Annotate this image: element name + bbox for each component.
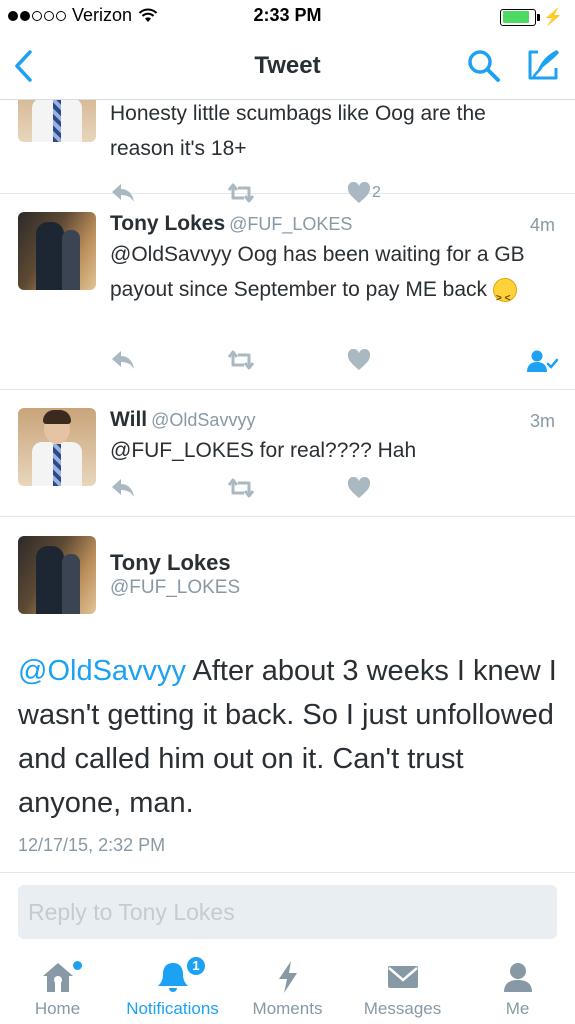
tab-home[interactable]: Home — [0, 952, 115, 1024]
author-handle: @OldSavvyy — [151, 410, 256, 430]
tweet-actions — [110, 477, 560, 501]
mention-link[interactable]: @OldSavvyy — [18, 655, 186, 687]
reply-placeholder: Reply to Tony Lokes — [28, 899, 235, 925]
tab-moments[interactable]: Moments — [230, 952, 345, 1024]
tweet-text-body: @OldSavvyy Oog has been waiting for a GB… — [110, 243, 525, 301]
compose-icon — [528, 50, 559, 80]
tweet-text: @FUF_LOKES for real???? Hah — [110, 439, 417, 462]
tweet-author: Tony Lokes @FUF_LOKES — [110, 212, 352, 236]
tweet-text: @OldSavvyy Oog has been waiting for a GB… — [110, 237, 550, 316]
envelope-icon — [387, 966, 418, 988]
clock: 2:33 PM — [253, 5, 322, 25]
search-button[interactable] — [466, 48, 502, 89]
retweet-icon[interactable] — [226, 349, 256, 371]
navigation-bar: Tweet — [0, 32, 575, 100]
tab-label: Moments — [252, 999, 323, 1018]
author-handle: @FUF_LOKES — [229, 214, 353, 234]
laughing-emoji-icon — [493, 278, 518, 316]
reply-input[interactable]: Reply to Tony Lokes — [18, 885, 557, 939]
charging-icon: ⚡ — [543, 9, 563, 26]
author-name: Will — [110, 408, 148, 431]
tab-messages[interactable]: Messages — [345, 952, 460, 1024]
like-icon[interactable] — [347, 477, 371, 499]
avatar[interactable] — [18, 212, 96, 290]
status-bar: Verizon 2:33 PM ⚡ — [0, 0, 575, 32]
retweet-icon[interactable] — [226, 477, 256, 499]
tweet-actions — [110, 349, 560, 373]
tweet-row[interactable]: Tony Lokes @FUF_LOKES 4m @OldSavvyy Oog h… — [0, 194, 575, 390]
avatar[interactable] — [18, 408, 96, 486]
tab-label: Messages — [363, 999, 442, 1018]
follow-user-icon[interactable] — [526, 349, 558, 373]
detail-tweet: Tony Lokes @FUF_LOKES @OldSavvyy After a… — [0, 517, 575, 872]
tab-me[interactable]: Me — [460, 952, 575, 1024]
conversation-feed[interactable]: Honesty little scumbags like Oog are the… — [0, 100, 575, 872]
avatar[interactable] — [18, 100, 96, 142]
author-handle[interactable]: @FUF_LOKES — [110, 577, 240, 599]
tweet-text: @OldSavvyy After about 3 weeks I knew I … — [18, 649, 563, 825]
tab-label: Me — [505, 999, 530, 1018]
tab-bar: Home 1 Notifications Moments Messages Me — [0, 952, 575, 1024]
tweet-time: 3m — [529, 411, 555, 431]
tweet-text: Honesty little scumbags like Oog are the… — [110, 102, 486, 160]
tab-label: Notifications — [126, 999, 219, 1018]
person-icon — [503, 963, 532, 992]
tweet-timestamp: 12/17/15, 2:32 PM — [18, 835, 166, 855]
tweet-row[interactable]: Will @OldSavvyy 3m @FUF_LOKES for real???… — [0, 390, 575, 517]
battery-icon: ⚡ — [500, 7, 563, 27]
home-icon — [42, 963, 73, 992]
search-icon — [468, 50, 500, 82]
reply-bar: Reply to Tony Lokes — [0, 872, 575, 952]
like-icon[interactable] — [347, 349, 371, 371]
tab-label: Home — [34, 999, 81, 1018]
lightning-icon — [278, 961, 297, 993]
compose-button[interactable] — [524, 46, 562, 89]
tab-notifications[interactable]: 1 Notifications — [115, 952, 230, 1024]
tweet-time: 4m — [529, 215, 555, 235]
tweet-author: Will @OldSavvyy — [110, 408, 255, 432]
reply-icon[interactable] — [110, 477, 136, 499]
battery-level — [502, 11, 529, 23]
reply-icon[interactable] — [110, 349, 136, 371]
author-name: Tony Lokes — [110, 212, 226, 235]
notification-badge: 1 — [185, 955, 207, 977]
avatar[interactable] — [18, 536, 96, 614]
tweet-row[interactable]: Honesty little scumbags like Oog are the… — [0, 100, 575, 203]
new-content-dot — [73, 961, 82, 970]
author-name[interactable]: Tony Lokes — [110, 550, 231, 576]
